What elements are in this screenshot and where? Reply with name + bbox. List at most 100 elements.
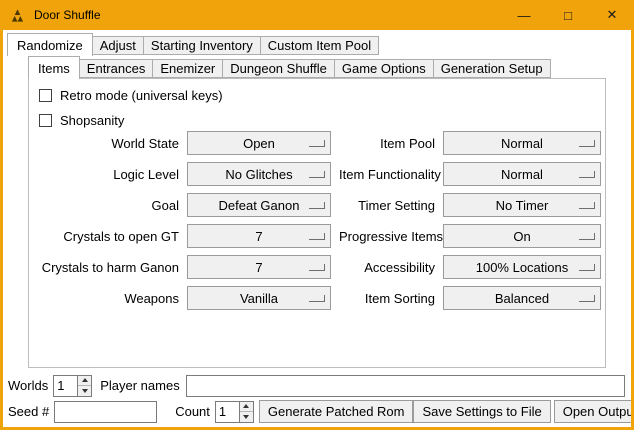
tab-generation-setup[interactable]: Generation Setup [433,59,551,78]
weapons-label: Weapons [37,291,179,306]
item-sorting-value: Balanced [495,291,549,306]
item-sorting-dropdown[interactable]: Balanced [443,286,601,310]
dropdown-indicator-icon [579,233,595,240]
dropdown-indicator-icon [309,233,325,240]
window-content: Randomize Adjust Starting Inventory Cust… [3,30,631,427]
close-button[interactable]: ✕ [590,0,634,30]
worlds-spin-up-icon[interactable] [78,376,91,386]
crystals-harm-ganon-dropdown[interactable]: 7 [187,255,331,279]
logic-level-dropdown[interactable]: No Glitches [187,162,331,186]
maximize-button[interactable]: □ [546,0,590,30]
player-names-input[interactable] [186,375,625,397]
dropdown-indicator-icon [309,202,325,209]
progressive-items-label: Progressive Items [339,229,435,244]
dropdown-indicator-icon [309,264,325,271]
crystals-harm-ganon-value: 7 [255,260,262,275]
settings-grid: World State Open Item Pool Normal Logic … [37,131,601,310]
item-pool-label: Item Pool [339,136,435,151]
item-pool-value: Normal [501,136,543,151]
worlds-spin-arrows [77,375,92,397]
items-pane: Retro mode (universal keys) Shopsanity W… [28,78,606,368]
tab-adjust[interactable]: Adjust [92,36,144,55]
dropdown-indicator-icon [579,171,595,178]
tab-randomize[interactable]: Randomize [7,33,93,56]
weapons-dropdown[interactable]: Vanilla [187,286,331,310]
worlds-spinbox[interactable] [53,375,92,397]
goal-dropdown[interactable]: Defeat Ganon [187,193,331,217]
crystals-harm-ganon-label: Crystals to harm Ganon [37,260,179,275]
progressive-items-dropdown[interactable]: On [443,224,601,248]
window-controls: — □ ✕ [502,0,634,30]
retro-mode-checkbox[interactable] [39,89,52,102]
world-state-dropdown[interactable]: Open [187,131,331,155]
tab-game-options[interactable]: Game Options [334,59,434,78]
open-output-directory-button[interactable]: Open Output Directory [554,400,631,423]
count-spin-down-icon[interactable] [240,411,253,422]
worlds-row: Worlds Player names [8,374,626,397]
app-icon[interactable] [10,8,25,23]
count-label: Count [175,404,210,419]
secondary-tab-bar: Items Entrances Enemizer Dungeon Shuffle… [28,56,550,78]
worlds-label: Worlds [8,378,48,393]
count-input[interactable] [215,401,239,423]
tab-dungeon-shuffle[interactable]: Dungeon Shuffle [222,59,335,78]
item-sorting-label: Item Sorting [339,291,435,306]
player-names-label: Player names [100,378,179,393]
count-spin-up-icon[interactable] [240,402,253,412]
worlds-input[interactable] [53,375,77,397]
accessibility-value: 100% Locations [476,260,569,275]
dropdown-indicator-icon [579,140,595,147]
timer-setting-label: Timer Setting [339,198,435,213]
generate-patched-rom-button[interactable]: Generate Patched Rom [259,400,414,423]
window-title: Door Shuffle [34,8,101,22]
dropdown-indicator-icon [579,264,595,271]
crystals-open-gt-value: 7 [255,229,262,244]
progressive-items-value: On [513,229,530,244]
crystals-open-gt-dropdown[interactable]: 7 [187,224,331,248]
count-spinbox[interactable] [215,401,254,423]
seed-label: Seed # [8,404,49,419]
primary-tab-bar: Randomize Adjust Starting Inventory Cust… [7,33,378,55]
tab-starting-inventory[interactable]: Starting Inventory [143,36,261,55]
accessibility-label: Accessibility [339,260,435,275]
tab-custom-item-pool[interactable]: Custom Item Pool [260,36,379,55]
retro-mode-checkbox-row[interactable]: Retro mode (universal keys) [39,88,223,103]
dropdown-indicator-icon [309,295,325,302]
item-functionality-value: Normal [501,167,543,182]
dropdown-indicator-icon [579,202,595,209]
timer-setting-dropdown[interactable]: No Timer [443,193,601,217]
count-spin-arrows [239,401,254,423]
door-shuffle-window: Door Shuffle — □ ✕ Randomize Adjust Star… [0,0,634,430]
minimize-button[interactable]: — [502,0,546,30]
goal-value: Defeat Ganon [219,198,300,213]
logic-level-value: No Glitches [225,167,292,182]
maximize-icon: □ [564,8,572,23]
seed-row: Seed # Count Generate Patched Rom Save S… [8,400,626,423]
shopsanity-label: Shopsanity [60,113,124,128]
dropdown-indicator-icon [309,140,325,147]
goal-label: Goal [37,198,179,213]
tab-enemizer[interactable]: Enemizer [152,59,223,78]
item-functionality-dropdown[interactable]: Normal [443,162,601,186]
close-icon: ✕ [607,7,618,23]
crystals-open-gt-label: Crystals to open GT [37,229,179,244]
weapons-value: Vanilla [240,291,278,306]
logic-level-label: Logic Level [37,167,179,182]
shopsanity-checkbox-row[interactable]: Shopsanity [39,113,124,128]
accessibility-dropdown[interactable]: 100% Locations [443,255,601,279]
item-pool-dropdown[interactable]: Normal [443,131,601,155]
worlds-spin-down-icon[interactable] [78,385,91,396]
item-functionality-label: Item Functionality [339,167,435,182]
tab-items[interactable]: Items [28,56,80,79]
seed-input[interactable] [54,401,157,423]
tab-entrances[interactable]: Entrances [79,59,154,78]
minimize-icon: — [518,8,531,23]
save-settings-button[interactable]: Save Settings to File [413,400,550,423]
dropdown-indicator-icon [579,295,595,302]
retro-mode-label: Retro mode (universal keys) [60,88,223,103]
world-state-value: Open [243,136,275,151]
shopsanity-checkbox[interactable] [39,114,52,127]
timer-setting-value: No Timer [496,198,549,213]
dropdown-indicator-icon [309,171,325,178]
titlebar[interactable]: Door Shuffle — □ ✕ [0,0,634,30]
